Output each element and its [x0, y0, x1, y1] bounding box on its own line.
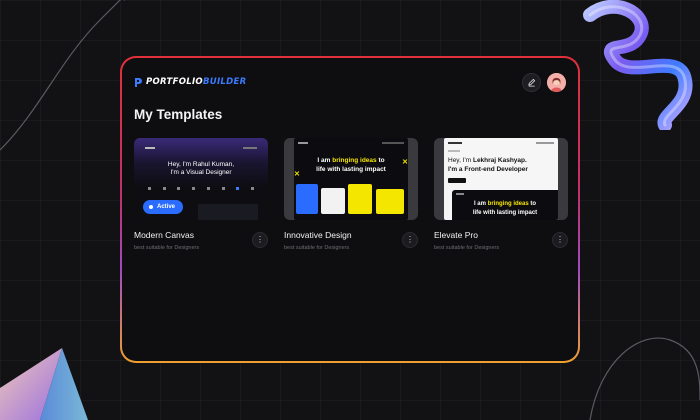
brand-name: PORTFOLIOBUILDER: [146, 77, 247, 87]
preview-kicker: [448, 150, 460, 152]
template-subtitle: best suitable for Designers: [284, 245, 350, 251]
preview-page: Hey, I'm Lekhraj Kashyap. I'm a Front-en…: [444, 138, 558, 220]
close-x-icon: ✕: [402, 159, 408, 166]
preview-headline: Hey, I'm Lekhraj Kashyap.: [448, 157, 527, 164]
kebab-icon: ⋮: [256, 235, 264, 244]
pencil-icon: [528, 78, 536, 87]
preview-headline: I am bringing ideas to: [317, 157, 385, 164]
preview-page: I am bringing ideas to life with lasting…: [294, 138, 408, 220]
more-options-button[interactable]: ⋮: [552, 232, 568, 248]
template-subtitle: best suitable for Designers: [134, 245, 200, 251]
template-preview[interactable]: Hey, I'm Rahul Kuman, I'm a Visual Desig…: [134, 138, 268, 220]
user-avatar[interactable]: [547, 72, 566, 92]
preview-headline: life with lasting impact: [472, 210, 538, 216]
preview-headline: Hey, I'm Rahul Kuman,: [167, 161, 235, 168]
template-card-modern-canvas[interactable]: Hey, I'm Rahul Kuman, I'm a Visual Desig…: [134, 138, 268, 256]
app-header: PORTFOLIOBUILDER: [134, 70, 566, 94]
preview-tile: [321, 188, 345, 214]
preview-tile: [376, 189, 404, 214]
template-name: Innovative Design: [284, 230, 352, 240]
active-label: Active: [157, 204, 176, 210]
more-options-button[interactable]: ⋮: [402, 232, 418, 248]
template-card-elevate-pro[interactable]: Hey, I'm Lekhraj Kashyap. I'm a Front-en…: [434, 138, 568, 256]
template-name: Modern Canvas: [134, 230, 195, 240]
preview-nav: [243, 147, 257, 149]
preview-tile: [296, 184, 318, 214]
preview-headline: I'm a Visual Designer: [170, 169, 232, 176]
kebab-icon: ⋮: [406, 235, 414, 244]
preview-headline: I am bringing ideas to: [473, 201, 537, 207]
template-preview[interactable]: I am bringing ideas to life with lasting…: [284, 138, 418, 220]
active-badge: Active: [143, 200, 184, 214]
preview-headline: life with lasting impact: [316, 166, 386, 173]
template-preview[interactable]: Hey, I'm Lekhraj Kashyap. I'm a Front-en…: [434, 138, 568, 220]
logo-icon: [135, 77, 142, 87]
close-x-icon: ✕: [294, 171, 300, 178]
template-name: Elevate Pro: [434, 230, 478, 240]
preview-logo: [145, 147, 155, 149]
preview-logo: [448, 142, 462, 144]
preview-logo: [456, 193, 464, 195]
page-title: My Templates: [134, 107, 223, 122]
more-options-button[interactable]: ⋮: [252, 232, 268, 248]
template-subtitle: best suitable for Designers: [434, 245, 500, 251]
preview-headline: I'm a Front-end Developer: [448, 166, 528, 173]
preview-logo: [298, 142, 308, 144]
avatar-illustration: [547, 72, 566, 92]
kebab-icon: ⋮: [556, 235, 564, 244]
templates-window-frame: PORTFOLIOBUILDER My Templates Hey, I'm R…: [120, 56, 580, 363]
preview-gallery: [198, 204, 258, 220]
preview-tile: [348, 184, 372, 214]
preview-icon-row: [148, 187, 254, 190]
brand-logo[interactable]: PORTFOLIOBUILDER: [134, 77, 246, 88]
template-list: Hey, I'm Rahul Kuman, I'm a Visual Desig…: [134, 138, 568, 256]
active-dot-icon: [149, 205, 153, 209]
template-card-innovative-design[interactable]: I am bringing ideas to life with lasting…: [284, 138, 418, 256]
preview-nav: [536, 142, 554, 144]
preview-dark-section: I am bringing ideas to life with lasting…: [452, 190, 558, 220]
edit-button[interactable]: [522, 72, 541, 92]
preview-cta: [448, 178, 466, 183]
preview-nav: [382, 142, 404, 144]
templates-panel: PORTFOLIOBUILDER My Templates Hey, I'm R…: [122, 58, 578, 361]
